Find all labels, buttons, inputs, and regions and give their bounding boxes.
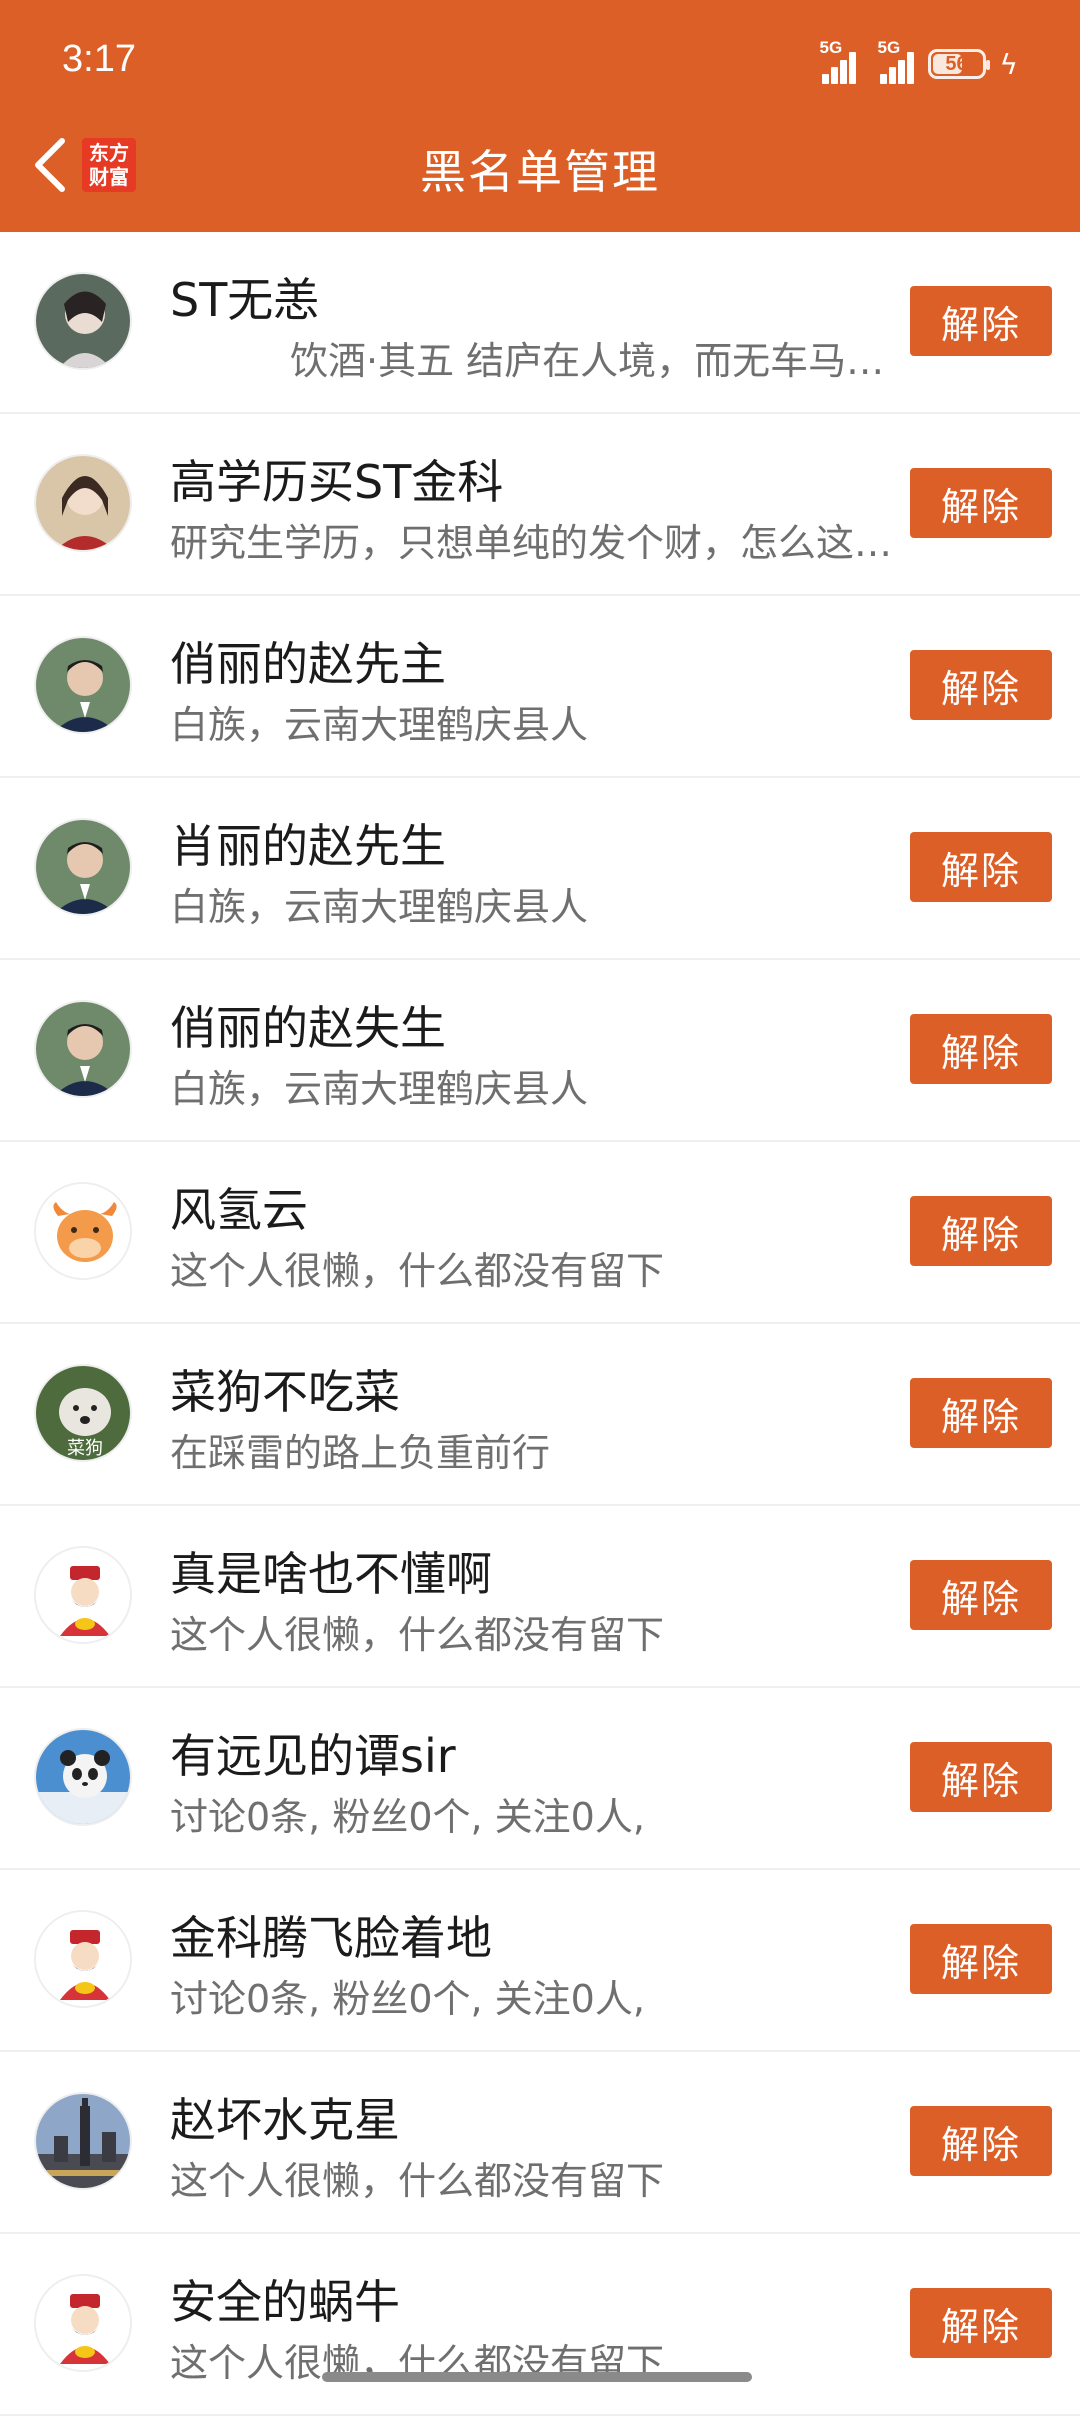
bull-icon[interactable] [34,1182,132,1280]
battery-level: 56 [945,52,968,75]
unblock-button[interactable]: 解除 [910,832,1052,902]
unblock-button[interactable]: 解除 [910,2288,1052,2358]
user-description: 白族，云南大理鹤庆县人 [170,1067,589,1111]
portrait-man-icon[interactable] [34,818,132,916]
user-name: 安全的蜗牛 [170,2275,400,2329]
list-item: 真是啥也不懂啊 这个人很懒，什么都没有留下 解除 [0,1506,1080,1688]
status-bar: 3:17 5G 5G 56 ϟ [0,0,1080,120]
user-description: 研究生学历，只想单纯的发个财，怎么这么难 [170,521,910,565]
city-tower-icon[interactable] [34,2092,132,2190]
list-item: 菜狗 菜狗不吃菜 在踩雷的路上负重前行 解除 [0,1324,1080,1506]
user-name: 真是啥也不懂啊 [170,1547,492,1601]
unblock-button[interactable]: 解除 [910,1560,1052,1630]
unblock-button[interactable]: 解除 [910,1742,1052,1812]
portrait-anime-icon[interactable] [34,272,132,370]
list-item: 肖丽的赵先生 白族，云南大理鹤庆县人 解除 [0,778,1080,960]
user-name: 俏丽的赵失生 [170,1001,446,1055]
unblock-button[interactable]: 解除 [910,1196,1052,1266]
list-item: 风氢云 这个人很懒，什么都没有留下 解除 [0,1142,1080,1324]
blocked-user-list: ST无恙 饮酒·其五 结庐在人境，而无车马喧。 解除 高学历买ST金科 研究生学… [0,232,1080,2416]
list-item: 金科腾飞脸着地 讨论0条, 粉丝0个, 关注0人, 解除 [0,1870,1080,2052]
signal-icon: 5G [820,38,856,84]
unblock-button[interactable]: 解除 [910,1014,1052,1084]
dog-icon[interactable]: 菜狗 [34,1364,132,1462]
unblock-button[interactable]: 解除 [910,286,1052,356]
user-description: 讨论0条, 粉丝0个, 关注0人, [170,1977,645,2021]
user-name: 有远见的谭sir [170,1729,456,1783]
user-description: 这个人很懒，什么都没有留下 [170,2159,665,2203]
unblock-button[interactable]: 解除 [910,2106,1052,2176]
network-type-label: 5G [877,38,901,57]
user-description: 白族，云南大理鹤庆县人 [170,703,589,747]
portrait-man-icon[interactable] [34,636,132,734]
user-description: 这个人很懒，什么都没有留下 [170,1249,665,1293]
list-item: 高学历买ST金科 研究生学历，只想单纯的发个财，怎么这么难 解除 [0,414,1080,596]
list-item: 安全的蜗牛 这个人很懒，什么都没有留下 解除 [0,2234,1080,2416]
list-item: ST无恙 饮酒·其五 结庐在人境，而无车马喧。 解除 [0,232,1080,414]
user-name: 俏丽的赵先主 [170,637,446,691]
panda-icon[interactable] [34,1728,132,1826]
list-item: 赵坏水克星 这个人很懒，什么都没有留下 解除 [0,2052,1080,2234]
signal-icon: 5G [878,38,914,84]
network-type-label: 5G [819,38,843,57]
page-title: 黑名单管理 [420,145,660,199]
unblock-button[interactable]: 解除 [910,1924,1052,1994]
list-item: 俏丽的赵先主 白族，云南大理鹤庆县人 解除 [0,596,1080,778]
app-header: 3:17 5G 5G 56 ϟ 东方 财富 黑名单管理 [0,0,1080,232]
home-indicator[interactable] [322,2372,752,2382]
status-time: 3:17 [62,38,136,80]
user-name: ST无恙 [170,273,320,327]
list-item: 俏丽的赵失生 白族，云南大理鹤庆县人 解除 [0,960,1080,1142]
user-name: 高学历买ST金科 [170,455,504,509]
status-icons: 5G 5G 56 ϟ [820,38,1018,88]
user-name: 赵坏水克星 [170,2093,400,2147]
fortune-god-icon[interactable] [34,1910,132,2008]
fortune-god-icon[interactable] [34,2274,132,2372]
unblock-button[interactable]: 解除 [910,1378,1052,1448]
user-description: 饮酒·其五 结庐在人境，而无车马喧。 [290,339,910,383]
user-name: 金科腾飞脸着地 [170,1911,492,1965]
user-name: 肖丽的赵先生 [170,819,446,873]
user-description: 这个人很懒，什么都没有留下 [170,1613,665,1657]
list-item: 有远见的谭sir 讨论0条, 粉丝0个, 关注0人, 解除 [0,1688,1080,1870]
unblock-button[interactable]: 解除 [910,650,1052,720]
charging-icon: ϟ [999,47,1018,81]
user-name: 风氢云 [170,1183,308,1237]
portrait-man-icon[interactable] [34,1000,132,1098]
user-description: 白族，云南大理鹤庆县人 [170,885,589,929]
avatar-caption: 菜狗 [67,1438,103,1459]
fortune-god-icon[interactable] [34,1546,132,1644]
user-name: 菜狗不吃菜 [170,1365,400,1419]
portrait-woman-icon[interactable] [34,454,132,552]
unblock-button[interactable]: 解除 [910,468,1052,538]
user-description: 讨论0条, 粉丝0个, 关注0人, [170,1795,645,1839]
battery-icon: 56 [927,49,990,79]
user-description: 在踩雷的路上负重前行 [170,1431,551,1475]
